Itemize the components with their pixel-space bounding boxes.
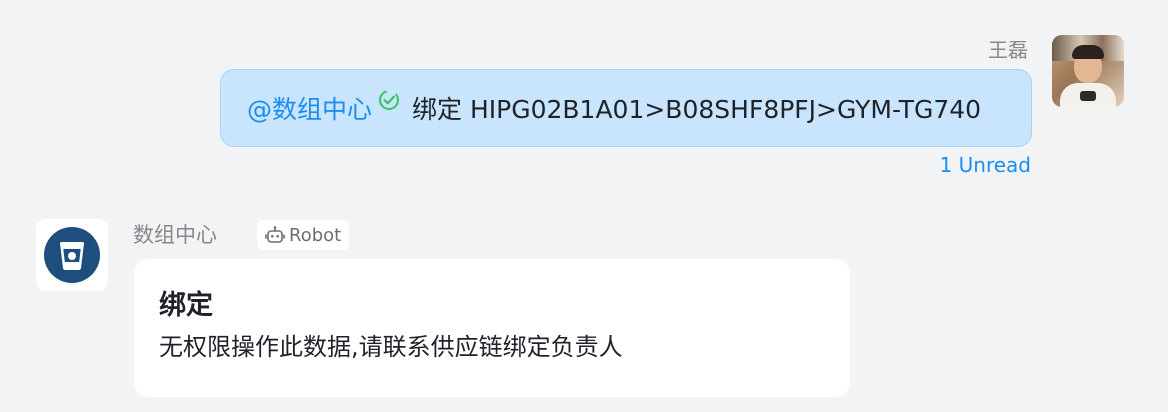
chat-view: 王磊 @数组中心 绑定 HIPG02B1A01>B08SHF8PFJ>GYM-T…	[0, 0, 1168, 412]
robot-icon	[265, 226, 285, 243]
bot-name: 数组中心	[133, 223, 217, 247]
card-body: 无权限操作此数据,请联系供应链绑定负责人	[159, 333, 623, 361]
bot-avatar[interactable]	[36, 219, 108, 291]
cup-icon	[44, 227, 100, 283]
mention-link[interactable]: @数组中心	[247, 90, 372, 126]
outgoing-message-bubble[interactable]: @数组中心 绑定 HIPG02B1A01>B08SHF8PFJ>GYM-TG74…	[220, 69, 1032, 147]
check-circle-icon	[378, 88, 400, 110]
bot-message-card[interactable]: 绑定 无权限操作此数据,请联系供应链绑定负责人	[134, 259, 850, 397]
unread-status[interactable]: 1 Unread	[940, 152, 1031, 178]
sender-name: 王磊	[988, 38, 1028, 62]
user-avatar[interactable]	[1052, 35, 1124, 107]
card-title: 绑定	[159, 290, 213, 321]
message-text: 绑定 HIPG02B1A01>B08SHF8PFJ>GYM-TG740	[412, 95, 982, 124]
robot-tag-label: Robot	[289, 224, 342, 246]
robot-badge: Robot	[257, 220, 350, 250]
